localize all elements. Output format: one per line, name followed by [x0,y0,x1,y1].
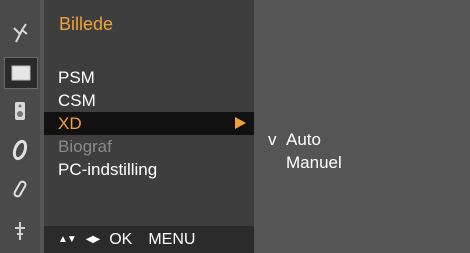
menu-item-xd-label: XD [58,114,82,133]
osd-screen: Billede PSM CSM XD Biograf PC-indstillin… [0,0,470,253]
menu-list: PSM CSM XD Biograf PC-indstilling [44,66,254,181]
input-icon[interactable] [4,216,36,246]
menu-item-csm[interactable]: CSM [44,89,254,112]
menu-title: Billede [59,14,114,34]
sound-icon[interactable] [4,96,36,126]
navigation-hint-bar: ▲▼ ◀▶ OK MENU [44,226,254,253]
menu-item-psm[interactable]: PSM [44,66,254,89]
menu-item-xd[interactable]: XD [44,112,254,135]
option-icon[interactable] [4,174,36,204]
submenu-item-manuel-label: Manuel [286,153,342,172]
menu-hint: MENU [148,230,196,248]
picture-icon[interactable] [4,57,38,89]
xd-submenu: v Auto Manuel [258,128,458,174]
submenu-item-auto[interactable]: v Auto [258,128,458,151]
antenna-icon[interactable] [4,18,36,48]
menu-item-pc-settings[interactable]: PC-indstilling [44,158,254,181]
checkmark: v [268,130,277,149]
menu-panel: Billede PSM CSM XD Biograf PC-indstillin… [44,0,254,253]
up-down-arrows-icon: ▲▼ [58,234,77,245]
category-icon-column [0,0,40,253]
left-right-arrows-icon: ◀▶ [85,234,100,245]
submenu-arrow-icon [235,117,246,129]
submenu-item-auto-label: Auto [286,130,321,149]
ok-hint: OK [109,230,133,248]
time-icon[interactable] [4,135,36,165]
submenu-item-manuel[interactable]: Manuel [258,151,458,174]
menu-item-biograf: Biograf [58,137,112,156]
